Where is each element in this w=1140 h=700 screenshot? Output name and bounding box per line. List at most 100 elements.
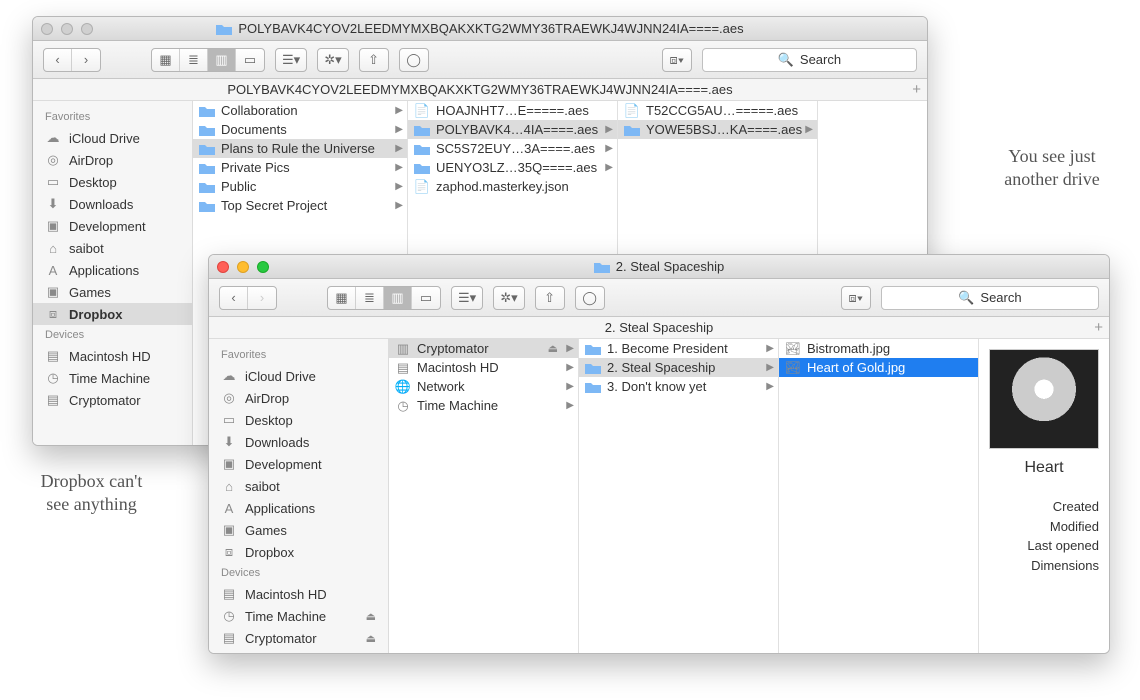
forward-button[interactable]: › [248, 287, 276, 309]
applications-icon: A [45, 262, 61, 278]
finder-window-decrypted: 2. Steal Spaceship ‹ › ▦ ≣ ▥ ▭ ☰▾ ✲▾ ⇧ ◯… [208, 254, 1110, 654]
list-item[interactable]: 🏞Heart of Gold.jpg [779, 358, 978, 377]
gallery-view[interactable]: ▭ [412, 287, 440, 309]
sidebar: Favorites ☁iCloud Drive ◎AirDrop ▭Deskto… [33, 101, 193, 445]
titlebar[interactable]: 2. Steal Spaceship [209, 255, 1109, 279]
sidebar-item-icloud[interactable]: ☁iCloud Drive [209, 365, 388, 387]
list-item[interactable]: 3. Don't know yet▶ [579, 377, 778, 396]
sidebar-item-games[interactable]: ▣Games [209, 519, 388, 541]
sidebar-item-development[interactable]: ▣Development [33, 215, 192, 237]
list-item[interactable]: Public▶ [193, 177, 407, 196]
view-switcher[interactable]: ▦ ≣ ▥ ▭ [327, 286, 441, 310]
search-icon: 🔍 [958, 290, 974, 306]
search-field[interactable]: 🔍 Search [702, 48, 917, 72]
list-item[interactable]: Top Secret Project▶ [193, 196, 407, 215]
sidebar-item-icloud[interactable]: ☁iCloud Drive [33, 127, 192, 149]
sidebar-item-hd[interactable]: ▤Macintosh HD [33, 345, 192, 367]
zoom-button[interactable] [257, 261, 269, 273]
sidebar-item-home[interactable]: ⌂saibot [33, 237, 192, 259]
sidebar-item-dropbox[interactable]: ⧈Dropbox [209, 541, 388, 563]
sidebar-heading-favorites: Favorites [209, 345, 388, 365]
close-button[interactable] [41, 23, 53, 35]
sidebar-item-home[interactable]: ⌂saibot [209, 475, 388, 497]
nav-buttons[interactable]: ‹ › [43, 48, 101, 72]
icon-view[interactable]: ▦ [152, 49, 180, 71]
sidebar-item-airdrop[interactable]: ◎AirDrop [33, 149, 192, 171]
sidebar-item-airdrop[interactable]: ◎AirDrop [209, 387, 388, 409]
column-view[interactable]: ▥ [384, 287, 412, 309]
zoom-button[interactable] [81, 23, 93, 35]
folder-icon: ▣ [221, 456, 237, 472]
list-item[interactable]: UENYO3LZ…35Q====.aes▶ [408, 158, 617, 177]
eject-icon[interactable]: ⏏ [366, 632, 376, 645]
icon-view[interactable]: ▦ [328, 287, 356, 309]
list-item[interactable]: Collaboration▶ [193, 101, 407, 120]
add-tab-button[interactable]: + [1094, 319, 1103, 336]
titlebar[interactable]: POLYBAVK4CYOV2LEEDMYMXBQAKXKTG2WMY36TRAE… [33, 17, 927, 41]
dropbox-button[interactable]: ⧈▾ [662, 48, 692, 72]
share-button[interactable]: ⇧ [535, 286, 565, 310]
sidebar-item-games[interactable]: ▣Games [33, 281, 192, 303]
column-view[interactable]: ▥ [208, 49, 236, 71]
sidebar-item-cryptomator[interactable]: ▤Cryptomator⏏ [209, 627, 388, 649]
action-button[interactable]: ✲▾ [317, 48, 348, 72]
list-item[interactable]: POLYBAVK4…4IA====.aes▶ [408, 120, 617, 139]
list-item[interactable]: 📄HOAJNHT7…E=====.aes [408, 101, 617, 120]
list-item[interactable]: 1. Become President▶ [579, 339, 778, 358]
gallery-view[interactable]: ▭ [236, 49, 264, 71]
sidebar-item-applications[interactable]: AApplications [33, 259, 192, 281]
home-icon: ⌂ [45, 240, 61, 256]
close-button[interactable] [217, 261, 229, 273]
share-button[interactable]: ⇧ [359, 48, 389, 72]
tags-button[interactable]: ◯ [399, 48, 429, 72]
list-item[interactable]: SC5S72EUY…3A====.aes▶ [408, 139, 617, 158]
list-item[interactable]: Plans to Rule the Universe▶ [193, 139, 407, 158]
list-item[interactable]: ▤Macintosh HD▶ [389, 358, 578, 377]
list-item[interactable]: ▥Cryptomator⏏▶ [389, 339, 578, 358]
sidebar-item-desktop[interactable]: ▭Desktop [209, 409, 388, 431]
view-switcher[interactable]: ▦ ≣ ▥ ▭ [151, 48, 265, 72]
sidebar-item-downloads[interactable]: ⬇Downloads [209, 431, 388, 453]
list-item[interactable]: 📄zaphod.masterkey.json [408, 177, 617, 196]
dropbox-button[interactable]: ⧈▾ [841, 286, 871, 310]
nav-buttons[interactable]: ‹ › [219, 286, 277, 310]
sidebar-item-timemachine[interactable]: ◷Time Machine [33, 367, 192, 389]
list-item[interactable]: 📄T52CCG5AU…=====.aes [618, 101, 817, 120]
eject-icon[interactable]: ⏏ [548, 342, 558, 355]
back-button[interactable]: ‹ [220, 287, 248, 309]
minimize-button[interactable] [237, 261, 249, 273]
search-field[interactable]: 🔍 Search [881, 286, 1099, 310]
back-button[interactable]: ‹ [44, 49, 72, 71]
action-button[interactable]: ✲▾ [493, 286, 524, 310]
sidebar-item-development[interactable]: ▣Development [209, 453, 388, 475]
tags-button[interactable]: ◯ [575, 286, 605, 310]
list-view[interactable]: ≣ [180, 49, 208, 71]
timemachine-icon: ◷ [221, 608, 237, 624]
list-item[interactable]: 🏞Bistromath.jpg [779, 339, 978, 358]
list-view[interactable]: ≣ [356, 287, 384, 309]
sidebar-item-hd[interactable]: ▤Macintosh HD [209, 583, 388, 605]
toolbar: ‹ › ▦ ≣ ▥ ▭ ☰▾ ✲▾ ⇧ ◯ ⧈▾ 🔍 Search [33, 41, 927, 79]
list-item[interactable]: 🌐Network▶ [389, 377, 578, 396]
sidebar-item-desktop[interactable]: ▭Desktop [33, 171, 192, 193]
list-item[interactable]: Documents▶ [193, 120, 407, 139]
list-item[interactable]: 2. Steal Spaceship▶ [579, 358, 778, 377]
add-tab-button[interactable]: + [912, 81, 921, 98]
list-item[interactable]: YOWE5BSJ…KA====.aes▶ [618, 120, 817, 139]
sidebar-item-cryptomator[interactable]: ▤Cryptomator [33, 389, 192, 411]
sidebar-item-applications[interactable]: AApplications [209, 497, 388, 519]
sidebar-item-timemachine[interactable]: ◷Time Machine⏏ [209, 605, 388, 627]
list-item[interactable]: ◷Time Machine▶ [389, 396, 578, 415]
minimize-button[interactable] [61, 23, 73, 35]
eject-icon[interactable]: ⏏ [366, 610, 376, 623]
forward-button[interactable]: › [72, 49, 100, 71]
arrange-button[interactable]: ☰▾ [451, 286, 483, 310]
sidebar-item-downloads[interactable]: ⬇Downloads [33, 193, 192, 215]
callout-right: You see justanother drive [982, 145, 1122, 192]
timemachine-icon: ◷ [45, 370, 61, 386]
sidebar-item-dropbox[interactable]: ⧈Dropbox [33, 303, 192, 325]
list-item[interactable]: Private Pics▶ [193, 158, 407, 177]
arrange-button[interactable]: ☰▾ [275, 48, 307, 72]
toolbar: ‹ › ▦ ≣ ▥ ▭ ☰▾ ✲▾ ⇧ ◯ ⧈▾ 🔍 Search [209, 279, 1109, 317]
image-icon: 🏞 [785, 341, 801, 357]
